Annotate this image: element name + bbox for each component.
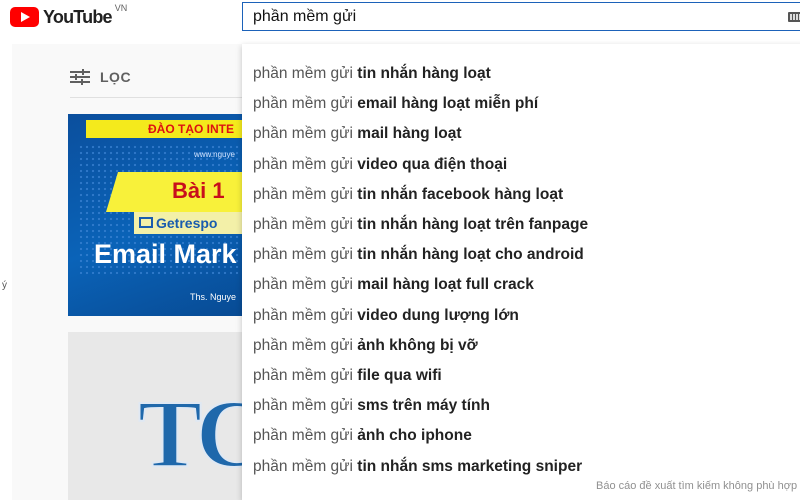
suggestion-prefix: phần mềm gửi [253, 427, 358, 445]
lesson-number: Bài 1 [172, 178, 225, 203]
suggestion-completion: mail hàng loạt [357, 125, 462, 143]
suggestion-prefix: phần mềm gửi [253, 336, 358, 354]
suggestion-completion: tin nhắn hàng loạt cho android [357, 246, 584, 264]
suggestion-item[interactable]: phần mềm gửi email hàng loạt miễn phí [242, 89, 800, 119]
suggestion-prefix: phần mềm gửi [253, 216, 358, 233]
suggestion-completion: ảnh không bị vỡ [357, 336, 478, 354]
suggestion-prefix: phần mềm gửi [253, 95, 358, 113]
filter-icon [70, 68, 90, 86]
suggestion-item[interactable]: phần mềm gửi mail hàng loạt [242, 119, 800, 149]
suggestion-item[interactable]: phần mềm gửi tin nhắn hàng loạt cho andr… [242, 240, 800, 270]
report-suggestions-link[interactable]: Báo cáo đề xuất tìm kiếm không phù hợp [596, 480, 797, 492]
search-suggestions: Báo cáo đề xuất tìm kiếm không phù hợp p… [242, 44, 800, 500]
filter-button[interactable]: LỌC [70, 68, 131, 86]
search-box[interactable] [242, 2, 800, 31]
suggestion-item[interactable]: phần mềm gửi mail hàng loạt full crack [242, 270, 800, 300]
video-thumbnail[interactable]: TC [68, 332, 250, 500]
search-input[interactable] [243, 3, 800, 30]
suggestion-completion: tin nhắn hàng loạt trên fanpage [357, 216, 589, 233]
suggestion-prefix: phần mềm gửi [253, 65, 358, 82]
suggestion-prefix: phần mềm gửi [253, 457, 358, 475]
thumbnail-url: www.nguye [194, 150, 235, 159]
video-thumbnail[interactable]: ĐÀO TẠO INTE www.nguye Bài 1 Getrespo Em… [68, 114, 250, 316]
keyboard-icon[interactable] [788, 12, 800, 22]
logo-text: YouTube [43, 6, 113, 27]
suggestion-item[interactable]: phần mềm gửi sms trên máy tính [242, 391, 800, 421]
suggestion-item[interactable]: phần mềm gửi ảnh không bị vỡ [242, 331, 800, 361]
suggestion-completion: mail hàng loạt full crack [357, 276, 534, 294]
suggestion-prefix: phần mềm gửi [253, 306, 358, 324]
filter-label: LỌC [100, 69, 132, 85]
suggestion-completion: video qua điện thoại [357, 155, 508, 173]
suggestion-prefix: phần mềm gửi [253, 276, 358, 294]
thumbnail-author: Ths. Nguye [190, 292, 237, 302]
thumbnail-banner: ĐÀO TẠO INTE [86, 120, 250, 138]
suggestion-completion: file qua wifi [357, 367, 442, 384]
tc-logo-text: TC [137, 379, 250, 488]
suggestion-prefix: phần mềm gửi [253, 155, 358, 173]
masthead: YouTube VN [0, 0, 800, 36]
region-code: VN [114, 3, 128, 13]
suggestion-prefix: phần mềm gửi [253, 125, 358, 143]
suggestion-completion: email hàng loạt miễn phí [357, 95, 539, 113]
filter-divider [70, 97, 250, 98]
suggestion-item[interactable]: phần mềm gửi tin nhắn hàng loạt trên fan… [242, 210, 800, 240]
suggestion-item[interactable]: phần mềm gửi file qua wifi [242, 361, 800, 391]
suggestion-item[interactable]: phần mềm gửi tin nhắn hàng loạt [242, 59, 800, 89]
suggestion-item[interactable]: phần mềm gửi tin nhắn facebook hàng loạt [242, 180, 800, 210]
suggestion-prefix: phần mềm gửi [253, 397, 358, 415]
left-rail: ý [0, 36, 12, 500]
suggestion-prefix: phần mềm gửi [253, 367, 358, 384]
suggestion-completion: video dung lượng lớn [357, 306, 519, 324]
suggestion-item[interactable]: phần mềm gửi tin nhắn sms marketing snip… [242, 452, 800, 482]
suggestion-prefix: phần mềm gửi [253, 246, 358, 264]
envelope-icon [139, 217, 153, 228]
suggestion-prefix: phần mềm gửi [253, 185, 358, 203]
suggestion-completion: tin nhắn sms marketing sniper [357, 457, 583, 475]
play-icon [10, 7, 39, 27]
suggestion-item[interactable]: phần mềm gửi video qua điện thoại [242, 150, 800, 180]
sidebar-truncated-text: ý [2, 280, 7, 291]
suggestion-completion: ảnh cho iphone [357, 427, 472, 445]
getresponse-label: Getrespo [134, 212, 250, 234]
suggestion-completion: sms trên máy tính [357, 397, 490, 415]
suggestion-item[interactable]: phần mềm gửi video dung lượng lớn [242, 301, 800, 331]
getresponse-text: Getrespo [156, 215, 218, 231]
suggestion-completion: tin nhắn hàng loạt [357, 65, 491, 82]
suggestion-completion: tin nhắn facebook hàng loạt [357, 185, 564, 203]
thumbnail-title: Email Mark [94, 239, 237, 269]
youtube-logo[interactable]: YouTube VN [10, 3, 128, 29]
suggestion-item[interactable]: phần mềm gửi ảnh cho iphone [242, 421, 800, 451]
